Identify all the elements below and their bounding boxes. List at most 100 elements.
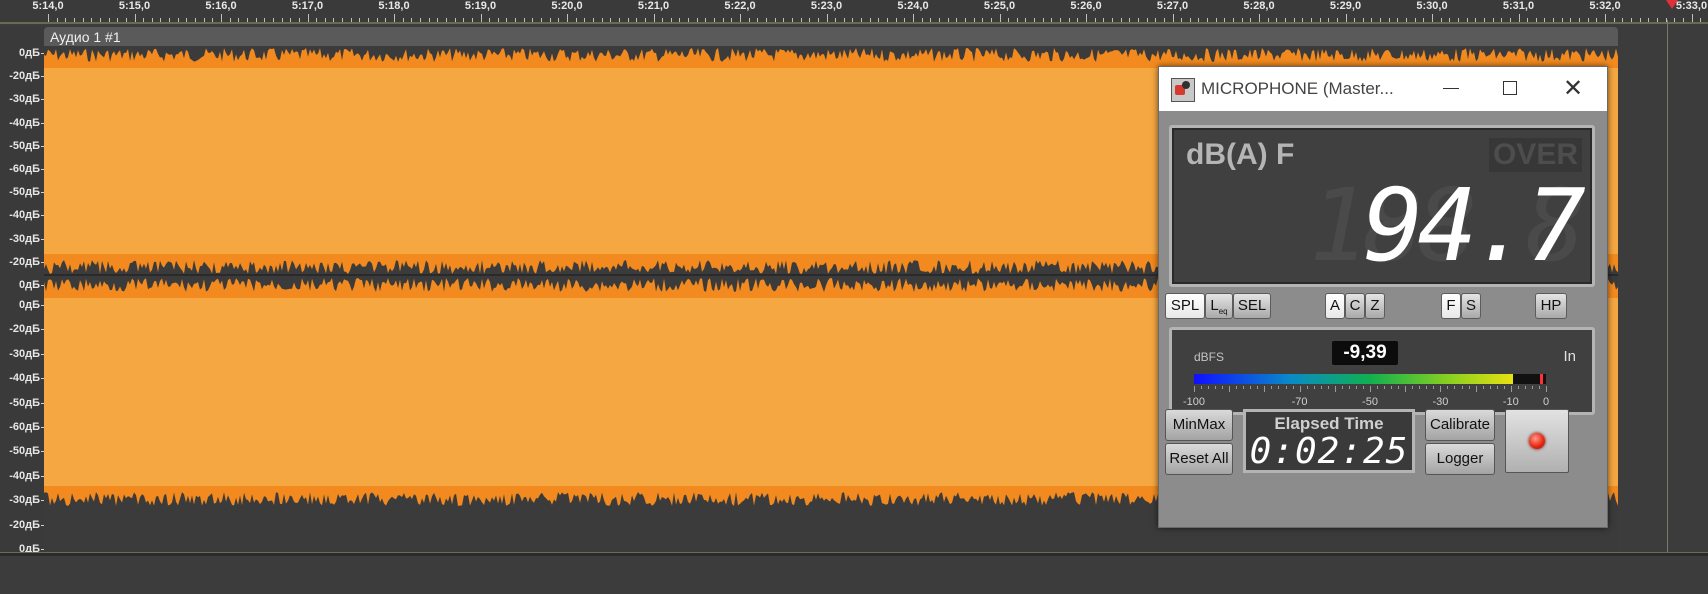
timeline-tick-mark xyxy=(1466,18,1468,22)
level-scale-tick xyxy=(1398,386,1400,389)
level-scale-tick xyxy=(1341,386,1343,389)
level-scale-tick xyxy=(1440,386,1442,392)
timeline-tick-mark xyxy=(1302,18,1304,22)
timeline-tick-label: 5:22,0 xyxy=(724,0,756,12)
dbfs-label: dBFS xyxy=(1194,350,1225,364)
db-scale-label: -20дБ xyxy=(9,70,40,83)
timeline-tick-mark xyxy=(437,18,439,22)
timeline-tick-label: 5:26,0 xyxy=(1070,0,1102,12)
window-titlebar[interactable]: MICROPHONE (Master... ✕ xyxy=(1159,67,1607,111)
db-scale-label: -60дБ xyxy=(9,421,40,433)
db-scale-label: -50дБ xyxy=(9,396,40,409)
level-scale-tick xyxy=(1327,386,1329,389)
level-scale-tick xyxy=(1433,386,1435,389)
timeline-tick-mark xyxy=(411,18,413,22)
timeline-tick-label: 5:19,0 xyxy=(464,0,497,12)
timeline-tick-mark xyxy=(1553,18,1555,22)
input-level-meter: dBFS -9,39 In -100 -70 -50 -30 -10 0 xyxy=(1169,327,1595,415)
level-scale-tick xyxy=(1362,386,1364,389)
timeline-tick-label: 5:24,0 xyxy=(897,0,929,12)
level-scale-tick xyxy=(1538,386,1540,389)
timeline-tick-mark xyxy=(1310,18,1312,22)
level-scale-tick xyxy=(1334,386,1336,392)
spl-display: dB(A) F OVER 188.8 94.7 xyxy=(1169,125,1595,287)
level-scale-tick xyxy=(1292,386,1294,389)
timeline-tick-label: 5:14,0 xyxy=(32,0,64,12)
close-icon: ✕ xyxy=(1563,75,1584,102)
sel-button[interactable]: SEL xyxy=(1233,293,1271,319)
close-button[interactable]: ✕ xyxy=(1543,67,1603,111)
timeline-tick-mark xyxy=(1362,18,1364,22)
a-weighting-button[interactable]: A xyxy=(1325,293,1345,319)
timeline-tick-mark xyxy=(324,18,326,22)
timeline-tick-mark xyxy=(1639,18,1641,22)
level-scale-tick xyxy=(1405,386,1407,392)
timeline-tick-mark xyxy=(740,14,741,22)
leq-button[interactable]: Leq xyxy=(1205,293,1233,319)
minmax-button[interactable]: MinMax xyxy=(1165,409,1233,441)
timeline-tick-mark xyxy=(56,18,58,22)
timeline-tick-mark xyxy=(774,18,776,22)
db-scale-label: -60дБ xyxy=(9,163,40,175)
timeline-tick-mark xyxy=(592,18,594,22)
db-scale-label: -20дБ xyxy=(9,255,40,268)
timeline-tick-mark xyxy=(688,18,690,22)
sound-level-meter-window[interactable]: MICROPHONE (Master... ✕ dB(A) F OVER 188… xyxy=(1158,66,1608,528)
minimize-button[interactable] xyxy=(1421,67,1481,111)
timeline-tick-mark xyxy=(480,14,482,22)
level-scale-tick xyxy=(1510,386,1512,392)
timeline-tick-mark xyxy=(1483,18,1485,22)
timeline-tick-mark xyxy=(515,18,517,22)
logger-button[interactable]: Logger xyxy=(1425,443,1495,475)
timeline-tick-mark xyxy=(990,18,992,22)
timeline-tick-mark xyxy=(523,18,525,22)
timeline-tick-mark xyxy=(1094,18,1096,22)
highpass-button[interactable]: HP xyxy=(1535,293,1567,319)
timeline-tick-mark xyxy=(1371,18,1373,22)
timeline-tick-mark xyxy=(947,18,949,22)
timeline-tick-mark xyxy=(1068,18,1070,22)
level-scale-tick xyxy=(1320,386,1322,389)
reset-all-button[interactable]: Reset All xyxy=(1165,443,1233,475)
fast-response-button[interactable]: F xyxy=(1441,293,1461,319)
spl-button[interactable]: SPL xyxy=(1165,293,1205,319)
timeline-ruler[interactable]: 5:14,0 5:15,0 5:16,0 5:17,0 5:18,0 5:19,0 5:20… xyxy=(0,0,1708,24)
timeline-tick-mark xyxy=(558,18,560,22)
timeline-tick-mark xyxy=(229,18,231,22)
record-led-icon xyxy=(1529,433,1545,449)
timeline-tick-mark xyxy=(1397,18,1399,22)
record-button[interactable] xyxy=(1505,409,1569,473)
timeline-tick-mark xyxy=(1527,18,1529,22)
z-weighting-button[interactable]: Z xyxy=(1365,293,1385,319)
c-weighting-button[interactable]: C xyxy=(1345,293,1365,319)
timeline-tick-mark xyxy=(385,18,387,22)
track-header[interactable]: Аудио 1 #1 xyxy=(44,27,1618,46)
timeline-tick-label: 5:29,0 xyxy=(1329,0,1362,12)
timeline-tick-mark xyxy=(1596,18,1598,22)
level-scale-tick xyxy=(1285,386,1287,389)
timeline-tick-mark xyxy=(1544,18,1546,22)
timeline-tick-mark xyxy=(765,18,767,22)
timeline-tick-mark xyxy=(610,18,612,22)
timeline-tick-mark xyxy=(117,18,119,22)
calibrate-button[interactable]: Calibrate xyxy=(1425,409,1495,441)
playhead-marker[interactable] xyxy=(1666,0,1678,9)
timeline-tick-mark xyxy=(618,18,620,22)
timeline-tick-mark xyxy=(134,14,136,22)
maximize-button[interactable] xyxy=(1481,67,1541,111)
timeline-tick-mark xyxy=(1060,18,1062,22)
timeline-tick-mark xyxy=(1198,18,1200,22)
track-title: Аудио 1 #1 xyxy=(50,29,121,45)
level-scale-tick xyxy=(1208,386,1210,389)
timeline-tick-mark xyxy=(956,18,958,22)
empty-track-area[interactable] xyxy=(0,556,1708,594)
timeline-tick-mark xyxy=(904,18,906,22)
level-scale-tick xyxy=(1412,386,1414,389)
timeline-tick-mark xyxy=(982,18,984,22)
level-scale-tick xyxy=(1426,386,1428,389)
slow-response-button[interactable]: S xyxy=(1461,293,1481,319)
timeline-tick-mark xyxy=(151,18,153,22)
level-scale-tick xyxy=(1278,386,1280,389)
timeline-tick-mark xyxy=(1120,18,1122,22)
level-scale-tick xyxy=(1201,386,1203,389)
